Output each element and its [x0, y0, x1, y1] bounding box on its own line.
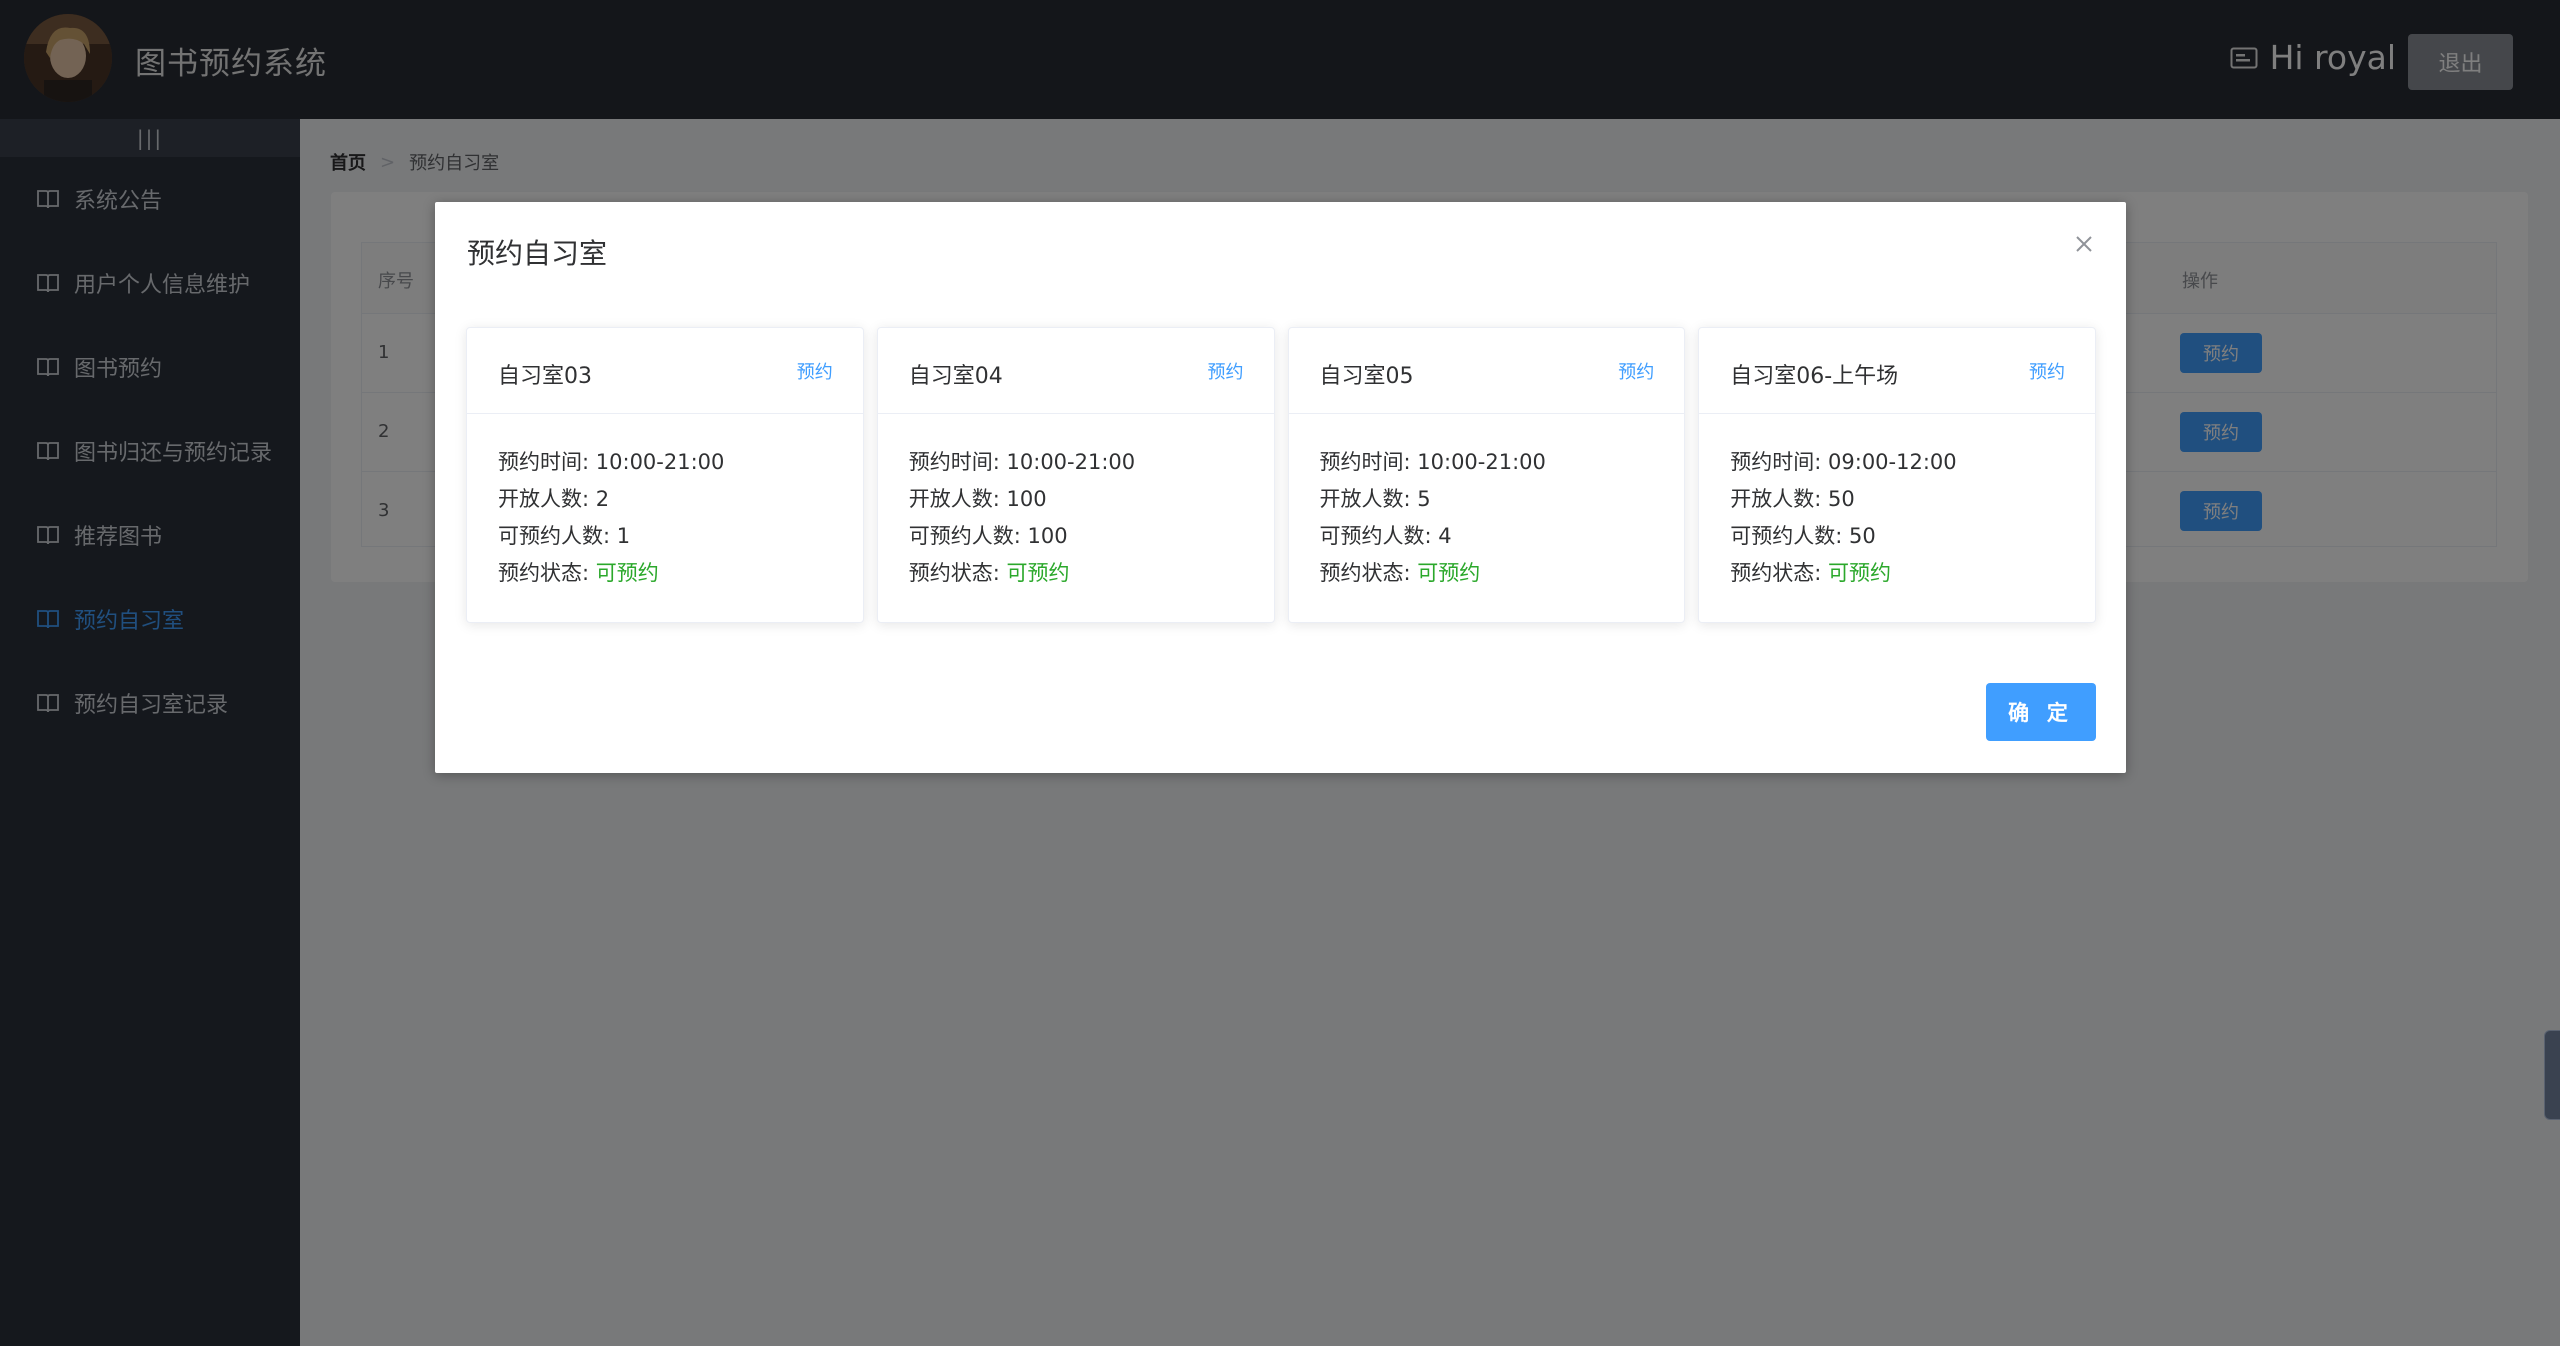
capacity-label: 开放人数: — [1730, 487, 1829, 511]
room-capacity: 5 — [1417, 487, 1431, 511]
room-available: 50 — [1849, 524, 1876, 548]
room-reserve-link[interactable]: 预约 — [797, 358, 833, 384]
room-card: 自习室04 预约 预约时间: 10:00-21:00 开放人数: 100 可预约… — [876, 327, 1275, 623]
room-card: 自习室05 预约 预约时间: 10:00-21:00 开放人数: 5 可预约人数… — [1287, 327, 1686, 623]
status-label: 预约状态: — [1730, 561, 1829, 585]
room-card: 自习室03 预约 预约时间: 10:00-21:00 开放人数: 2 可预约人数… — [466, 327, 864, 623]
close-icon[interactable] — [2072, 232, 2096, 256]
room-reserve-link[interactable]: 预约 — [2029, 358, 2065, 384]
available-label: 可预约人数: — [1730, 524, 1850, 548]
time-label: 预约时间: — [498, 450, 596, 474]
available-label: 可预约人数: — [908, 524, 1028, 548]
status-label: 预约状态: — [908, 561, 1007, 585]
capacity-label: 开放人数: — [1319, 487, 1418, 511]
room-available: 100 — [1027, 524, 1068, 548]
room-status: 可预约 — [1417, 561, 1481, 585]
room-name: 自习室04 — [908, 364, 1003, 389]
status-label: 预约状态: — [498, 561, 596, 585]
room-time: 10:00-21:00 — [1006, 450, 1136, 474]
room-card-body: 预约时间: 09:00-12:00 开放人数: 50 可预约人数: 50 预约状… — [1730, 444, 1956, 592]
room-status: 可预约 — [595, 561, 659, 585]
time-label: 预约时间: — [908, 450, 1007, 474]
room-card-body: 预约时间: 10:00-21:00 开放人数: 5 可预约人数: 4 预约状态:… — [1320, 444, 1546, 592]
room-capacity: 2 — [595, 487, 610, 511]
room-card: 自习室06-上午场 预约 预约时间: 09:00-12:00 开放人数: 50 … — [1698, 327, 2096, 623]
room-time: 10:00-21:00 — [595, 450, 725, 474]
reserve-study-room-dialog: 预约自习室 自习室03 预约 预约时间: 10:00-21:00 开放人数: 2… — [435, 202, 2126, 773]
room-card-body: 预约时间: 10:00-21:00 开放人数: 2 可预约人数: 1 预约状态:… — [498, 444, 724, 592]
room-available: 1 — [616, 524, 631, 548]
room-reserve-link[interactable]: 预约 — [1618, 358, 1654, 384]
room-card-header: 自习室05 预约 — [1288, 328, 1685, 414]
room-card-body: 预约时间: 10:00-21:00 开放人数: 100 可预约人数: 100 预… — [909, 444, 1135, 592]
status-label: 预约状态: — [1319, 561, 1418, 585]
room-name: 自习室06-上午场 — [1730, 364, 1899, 389]
room-available: 4 — [1438, 524, 1452, 548]
room-card-header: 自习室06-上午场 预约 — [1699, 328, 2095, 414]
room-name: 自习室05 — [1319, 364, 1414, 389]
room-capacity: 50 — [1828, 487, 1855, 511]
room-reserve-link[interactable]: 预约 — [1208, 358, 1244, 384]
room-card-header: 自习室04 预约 — [877, 328, 1274, 414]
room-status: 可预约 — [1006, 561, 1070, 585]
room-capacity: 100 — [1006, 487, 1047, 511]
capacity-label: 开放人数: — [498, 487, 596, 511]
dialog-title: 预约自习室 — [467, 237, 608, 270]
side-floating-widget[interactable] — [2544, 1030, 2560, 1120]
time-label: 预约时间: — [1319, 450, 1418, 474]
room-name: 自习室03 — [498, 364, 592, 389]
room-card-header: 自习室03 预约 — [467, 328, 863, 414]
room-card-list: 自习室03 预约 预约时间: 10:00-21:00 开放人数: 2 可预约人数… — [466, 327, 2096, 625]
available-label: 可预约人数: — [1319, 524, 1439, 548]
room-time: 10:00-21:00 — [1417, 450, 1546, 474]
room-status: 可预约 — [1828, 561, 1892, 585]
confirm-button[interactable]: 确 定 — [1986, 683, 2096, 741]
capacity-label: 开放人数: — [908, 487, 1007, 511]
time-label: 预约时间: — [1730, 450, 1829, 474]
available-label: 可预约人数: — [498, 524, 617, 548]
room-time: 09:00-12:00 — [1828, 450, 1957, 474]
